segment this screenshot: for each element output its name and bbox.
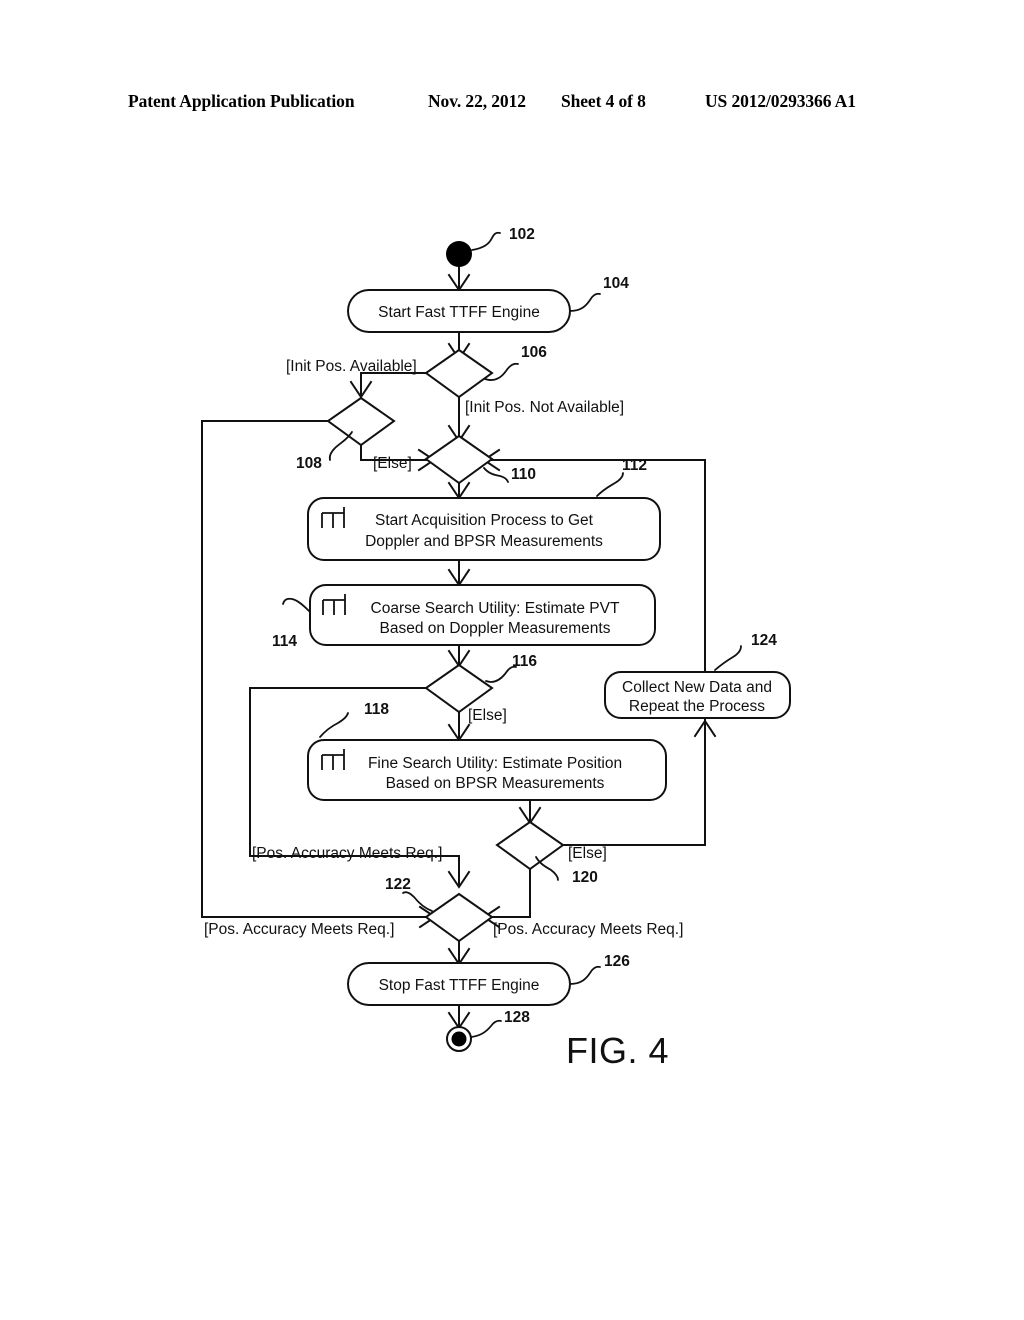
activity-acquisition-line1: Start Acquisition Process to Get (375, 512, 594, 529)
activity-collect-new-data: Collect New Data and Repeat the Process (604, 671, 791, 719)
activity-coarse-search-line2: Based on Doppler Measurements (380, 620, 611, 637)
ref-numeral-116: 116 (512, 653, 537, 670)
merge-node-110 (424, 434, 494, 485)
ref-numeral-102: 102 (509, 226, 535, 243)
activity-stop-engine: Stop Fast TTFF Engine (347, 962, 571, 1006)
activity-collect-new-data-line2: Repeat the Process (629, 698, 765, 715)
final-node-128 (446, 1026, 472, 1052)
activity-start-engine: Start Fast TTFF Engine (347, 289, 571, 333)
ref-numeral-114: 114 (272, 633, 297, 650)
patent-figure-page: Patent Application Publication Nov. 22, … (0, 0, 1024, 1320)
decision-node-108 (326, 396, 396, 447)
activity-acquisition: Start Acquisition Process to Get Doppler… (307, 497, 661, 561)
decision-node-106 (424, 348, 494, 399)
ref-numeral-110: 110 (511, 466, 536, 483)
ref-numeral-104: 104 (603, 275, 629, 292)
initial-node-102 (446, 241, 472, 267)
activity-diagram: Start Fast TTFF Engine Start Acquisition… (201, 226, 791, 1071)
activity-fine-search-line1: Fine Search Utility: Estimate Position (368, 755, 622, 772)
ref-numeral-106: 106 (521, 344, 547, 361)
ref-numeral-108: 108 (296, 455, 322, 472)
activity-acquisition-line2: Doppler and BPSR Measurements (365, 533, 603, 550)
activity-collect-new-data-line1: Collect New Data and (622, 679, 772, 696)
merge-node-122 (424, 892, 494, 943)
activity-start-engine-label: Start Fast TTFF Engine (378, 304, 540, 321)
guard-accuracy-meets-outer: [Pos. Accuracy Meets Req.] (204, 921, 394, 938)
ref-numeral-128: 128 (504, 1009, 530, 1026)
guard-init-pos-not-available: [Init Pos. Not Available] (465, 399, 624, 416)
ref-numeral-120: 120 (572, 869, 598, 886)
decision-node-116 (424, 663, 494, 714)
guard-accuracy-meets-right: [Pos. Accuracy Meets Req.] (493, 921, 683, 938)
ref-numeral-112: 112 (622, 457, 647, 474)
ref-numeral-124: 124 (751, 632, 777, 649)
guard-else-108: [Else] (373, 455, 412, 472)
activity-coarse-search: Coarse Search Utility: Estimate PVT Base… (309, 584, 656, 646)
figure-caption: FIG. 4 (566, 1030, 669, 1071)
ref-numeral-118: 118 (364, 701, 389, 718)
activity-fine-search: Fine Search Utility: Estimate Position B… (307, 739, 667, 801)
activity-fine-search-line2: Based on BPSR Measurements (386, 775, 605, 792)
guard-else-120: [Else] (568, 845, 607, 862)
activity-stop-engine-label: Stop Fast TTFF Engine (379, 977, 540, 994)
guard-accuracy-meets-inner: [Pos. Accuracy Meets Req.] (252, 845, 442, 862)
activity-coarse-search-line1: Coarse Search Utility: Estimate PVT (371, 600, 620, 617)
ref-numeral-126: 126 (604, 953, 630, 970)
guard-init-pos-available: [Init Pos. Available] (286, 358, 417, 375)
decision-node-120 (495, 820, 565, 871)
guard-else-116: [Else] (468, 707, 507, 724)
ref-numeral-122: 122 (385, 876, 411, 893)
